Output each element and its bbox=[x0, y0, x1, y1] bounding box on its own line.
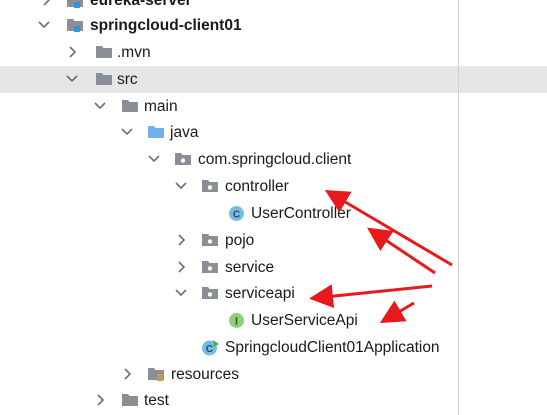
tree-item-user-service-api[interactable]: I UserServiceApi bbox=[0, 307, 547, 334]
tree-item-resources[interactable]: resources bbox=[0, 361, 547, 388]
tree-item-package-client[interactable]: com.springcloud.client bbox=[0, 146, 547, 173]
chevron-down-icon[interactable] bbox=[120, 125, 134, 139]
source-folder-icon bbox=[147, 124, 165, 140]
chevron-right-icon[interactable] bbox=[39, 0, 53, 7]
chevron-down-icon[interactable] bbox=[37, 18, 51, 32]
module-folder-icon bbox=[66, 0, 84, 9]
package-icon bbox=[201, 232, 219, 248]
package-icon bbox=[201, 285, 219, 301]
resources-folder-icon bbox=[147, 366, 165, 382]
chevron-down-icon[interactable] bbox=[174, 179, 188, 193]
class-badge-letter: C bbox=[233, 209, 240, 220]
tree-item-mvn[interactable]: .mvn bbox=[0, 39, 547, 66]
project-tree: eureka-server springcloud-client01 .mvn … bbox=[0, 0, 547, 415]
tree-item-label: springcloud-client01 bbox=[90, 17, 242, 34]
tree-item-serviceapi[interactable]: serviceapi bbox=[0, 280, 547, 307]
chevron-down-icon[interactable] bbox=[65, 72, 79, 86]
tree-item-label: pojo bbox=[225, 232, 255, 249]
tree-item-label: SpringcloudClient01Application bbox=[225, 339, 440, 356]
interface-icon: I bbox=[228, 312, 245, 329]
module-folder-icon bbox=[66, 17, 84, 33]
tree-item-springcloud-client01[interactable]: springcloud-client01 bbox=[0, 12, 547, 39]
package-icon bbox=[201, 178, 219, 194]
tree-item-label: service bbox=[225, 259, 275, 276]
chevron-right-icon[interactable] bbox=[174, 260, 188, 274]
folder-icon bbox=[121, 98, 139, 114]
tree-item-main[interactable]: main bbox=[0, 93, 547, 120]
package-icon bbox=[174, 151, 192, 167]
tree-item-java[interactable]: java bbox=[0, 119, 547, 146]
tree-item-controller[interactable]: controller bbox=[0, 173, 547, 200]
tree-item-src[interactable]: src bbox=[0, 66, 547, 93]
tree-item-application-class[interactable]: C SpringcloudClient01Application bbox=[0, 334, 547, 361]
interface-badge-letter: I bbox=[235, 316, 239, 327]
tree-item-label: controller bbox=[225, 178, 289, 195]
chevron-down-icon[interactable] bbox=[93, 99, 107, 113]
spring-boot-class-icon: C bbox=[201, 338, 220, 357]
tree-item-label: resources bbox=[171, 366, 240, 383]
chevron-right-icon[interactable] bbox=[120, 367, 134, 381]
tree-item-label: .mvn bbox=[117, 44, 151, 61]
tree-item-label: serviceapi bbox=[225, 285, 295, 302]
chevron-right-icon[interactable] bbox=[65, 45, 79, 59]
package-icon bbox=[201, 259, 219, 275]
tree-item-pojo[interactable]: pojo bbox=[0, 227, 547, 254]
tree-item-label: java bbox=[170, 124, 199, 141]
tree-item-test[interactable]: test bbox=[0, 387, 547, 414]
tree-item-user-controller[interactable]: C UserController bbox=[0, 200, 547, 227]
folder-icon bbox=[95, 44, 113, 60]
tree-item-label: src bbox=[117, 71, 138, 88]
tree-item-label: test bbox=[144, 392, 169, 409]
chevron-down-icon[interactable] bbox=[147, 152, 161, 166]
chevron-right-icon[interactable] bbox=[93, 393, 107, 407]
panel-divider bbox=[458, 0, 459, 415]
tree-item-label: UserController bbox=[251, 205, 351, 222]
tree-item-label: com.springcloud.client bbox=[198, 151, 352, 168]
tree-item-service[interactable]: service bbox=[0, 254, 547, 281]
class-icon: C bbox=[228, 205, 245, 222]
class-badge-letter: C bbox=[206, 344, 213, 355]
tree-item-label: main bbox=[144, 98, 178, 115]
chevron-down-icon[interactable] bbox=[174, 286, 188, 300]
chevron-right-icon[interactable] bbox=[174, 233, 188, 247]
tree-item-label: UserServiceApi bbox=[251, 312, 358, 329]
folder-icon bbox=[121, 392, 139, 408]
folder-icon bbox=[95, 71, 113, 87]
